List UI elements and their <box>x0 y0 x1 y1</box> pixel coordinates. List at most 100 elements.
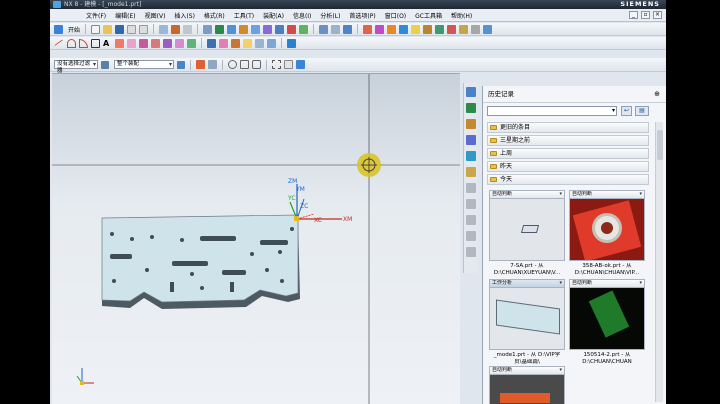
select-feature-icon[interactable] <box>196 60 205 69</box>
slot-icon[interactable] <box>287 24 297 34</box>
offset-curve-icon[interactable] <box>115 38 124 48</box>
menu-insert[interactable]: 插入(S) <box>174 11 195 20</box>
spline-icon[interactable] <box>79 38 88 48</box>
pan-view-icon[interactable] <box>240 60 249 69</box>
history-group-today[interactable]: 今天 <box>487 174 649 185</box>
history-card[interactable]: 自动判断 358-AB-ok.prt - 从 D:\CHUAN\CHUAN\VI… <box>569 190 645 277</box>
view-orient-icon[interactable] <box>284 60 293 69</box>
select-icon[interactable] <box>203 24 213 34</box>
extrude-icon[interactable] <box>227 24 237 34</box>
hole-icon[interactable] <box>251 24 261 34</box>
constraint-navigator-icon[interactable] <box>466 103 476 113</box>
graphics-window[interactable]: ZM YM XM ZC YC XC <box>52 73 460 404</box>
history-card[interactable]: 自动判断 7-SA.prt - 从 D:\CHUAN\XUEYUAN\V... <box>489 190 565 277</box>
subtract-icon[interactable] <box>331 24 341 34</box>
pattern-icon[interactable] <box>411 24 421 34</box>
datum-axis-icon[interactable] <box>219 38 228 48</box>
pocket-icon[interactable] <box>275 24 285 34</box>
history-icon[interactable] <box>466 183 476 193</box>
model-canvas[interactable]: ZM YM XM ZC YC XC <box>52 74 460 404</box>
chamfer-icon[interactable] <box>375 24 385 34</box>
menu-analysis[interactable]: 分析(L) <box>320 11 340 20</box>
card-tab[interactable]: 自动判断 <box>569 190 645 199</box>
zoom-view-icon[interactable] <box>252 60 261 69</box>
card-tab[interactable]: 工作分析 <box>489 279 565 288</box>
menu-edit[interactable]: 编辑(E) <box>115 11 135 20</box>
scrollbar-thumb[interactable] <box>657 130 663 160</box>
menu-gc-toolbox[interactable]: GC工具箱 <box>415 11 442 20</box>
close-icon[interactable]: × <box>653 11 662 19</box>
fit-view-icon[interactable] <box>272 60 281 69</box>
datum-plane-icon[interactable] <box>207 38 216 48</box>
text-icon[interactable]: A <box>103 39 112 48</box>
sketch-icon[interactable] <box>215 24 225 34</box>
boss-icon[interactable] <box>263 24 273 34</box>
card-thumbnail[interactable] <box>489 288 565 350</box>
card-thumbnail[interactable] <box>489 199 565 261</box>
render-style-icon[interactable] <box>296 60 305 69</box>
mirror-icon[interactable] <box>423 24 433 34</box>
bridge-curve-icon[interactable] <box>187 38 196 48</box>
trim-curve-icon[interactable] <box>151 38 160 48</box>
history-group-three-weeks[interactable]: 三星期之前 <box>487 135 649 146</box>
card-thumbnail[interactable] <box>569 199 645 261</box>
restore-icon[interactable]: ▫ <box>641 11 650 19</box>
history-group-older[interactable]: 更旧的条目 <box>487 122 649 133</box>
history-view-icon[interactable]: ▤ <box>635 106 649 116</box>
split-body-icon[interactable] <box>447 24 457 34</box>
offset-face-icon[interactable] <box>459 24 469 34</box>
point-set-icon[interactable] <box>255 38 264 48</box>
menu-view[interactable]: 视图(V) <box>145 11 166 20</box>
history-filter-select[interactable] <box>487 106 617 116</box>
process-studio-icon[interactable] <box>466 215 476 225</box>
scale-body-icon[interactable] <box>471 24 481 34</box>
menu-format[interactable]: 格式(R) <box>204 11 225 20</box>
edge-blend-icon[interactable] <box>363 24 373 34</box>
history-card[interactable]: 工作分析 _mode1.prt - 从 D:\VIP学 员\基础篇\ <box>489 279 565 366</box>
card-tab[interactable]: 自动判断 <box>489 190 565 199</box>
minimize-icon[interactable]: _ <box>629 11 638 19</box>
intersection-curve-icon[interactable] <box>139 38 148 48</box>
copy-icon[interactable] <box>171 24 181 34</box>
menu-help[interactable]: 帮助(H) <box>451 11 472 20</box>
plane-icon[interactable] <box>267 38 276 48</box>
unite-icon[interactable] <box>319 24 329 34</box>
open-file-icon[interactable] <box>103 24 113 34</box>
menu-assembly[interactable]: 装配(A) <box>263 11 284 20</box>
card-tab[interactable]: 自动判断 <box>489 366 565 375</box>
save-icon[interactable] <box>115 24 125 34</box>
shell-icon[interactable] <box>387 24 397 34</box>
menu-file[interactable]: 文件(F) <box>86 11 106 20</box>
paste-icon[interactable] <box>183 24 193 34</box>
measure-icon[interactable] <box>483 24 493 34</box>
new-file-icon[interactable] <box>91 24 101 34</box>
card-thumbnail[interactable] <box>569 288 645 350</box>
snap-icon[interactable] <box>177 60 185 69</box>
history-group-last-week[interactable]: 上周 <box>487 148 649 159</box>
undo-icon[interactable] <box>127 24 137 34</box>
datum-csys-icon[interactable] <box>231 38 240 48</box>
menu-tools[interactable]: 工具(T) <box>234 11 254 20</box>
roles-icon[interactable] <box>466 247 476 257</box>
pin-icon[interactable]: ⊕ <box>654 86 660 103</box>
reuse-library-icon[interactable] <box>466 135 476 145</box>
rectangle-icon[interactable] <box>91 38 100 48</box>
join-curve-icon[interactable] <box>175 38 184 48</box>
divide-curve-icon[interactable] <box>163 38 172 48</box>
groove-icon[interactable] <box>299 24 309 34</box>
project-curve-icon[interactable] <box>127 38 136 48</box>
cut-icon[interactable] <box>159 24 169 34</box>
hd3d-tools-icon[interactable] <box>466 151 476 161</box>
history-scrollbar[interactable] <box>655 122 663 402</box>
surface-icon[interactable] <box>287 38 296 48</box>
card-thumbnail[interactable] <box>489 375 565 404</box>
draft-icon[interactable] <box>399 24 409 34</box>
start-icon[interactable] <box>54 24 63 34</box>
menu-window[interactable]: 窗口(O) <box>385 11 406 20</box>
system-materials-icon[interactable] <box>466 199 476 209</box>
part-navigator-icon[interactable] <box>466 119 476 129</box>
manufacturing-wizard-icon[interactable] <box>466 231 476 241</box>
filter-select[interactable]: 没有选择过滤器 <box>54 60 98 74</box>
menu-info[interactable]: 信息(I) <box>293 11 311 20</box>
revolve-icon[interactable] <box>239 24 249 34</box>
